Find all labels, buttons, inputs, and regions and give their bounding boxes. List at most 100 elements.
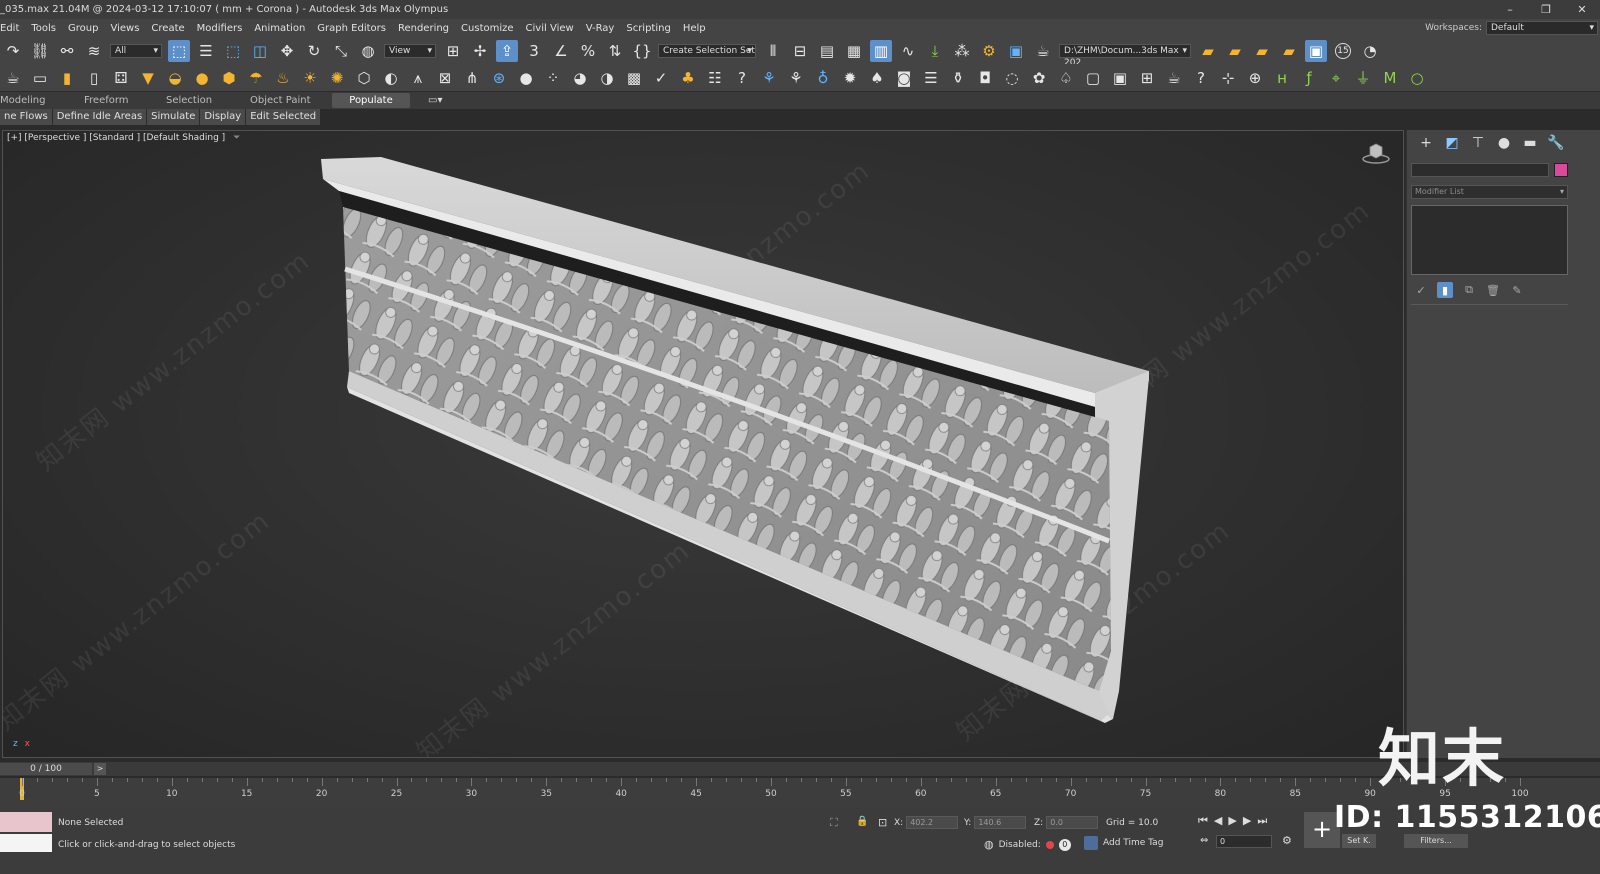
next-frame-icon[interactable]: ▶︎ bbox=[1243, 814, 1251, 828]
absolute-mode-icon[interactable]: ⊡ bbox=[878, 816, 887, 829]
reference-coordinate-dropdown[interactable]: View bbox=[384, 43, 436, 58]
layer-list-icon[interactable]: ☰ bbox=[920, 67, 942, 89]
modifier-list-dropdown[interactable]: Modifier List bbox=[1411, 185, 1568, 199]
material-sphere-icon[interactable]: ● bbox=[515, 67, 537, 89]
teapot-icon[interactable]: ☕ bbox=[2, 67, 24, 89]
light-plane-icon[interactable]: ▼ bbox=[137, 67, 159, 89]
utilities-tab-icon[interactable]: 🔧 bbox=[1543, 135, 1569, 151]
menu-animation[interactable]: Animation bbox=[248, 23, 311, 34]
camera-physical-icon[interactable]: ⚘ bbox=[758, 67, 780, 89]
workspace-dropdown[interactable]: Default bbox=[1486, 21, 1598, 35]
selection-filter-dropdown[interactable]: All bbox=[110, 43, 162, 58]
frame-buffer-icon[interactable]: ▯ bbox=[83, 67, 105, 89]
project-open-icon[interactable]: ▰ bbox=[1224, 40, 1246, 62]
current-frame-field[interactable]: 0 bbox=[1216, 835, 1272, 848]
lock-selection-icon[interactable]: 🔒 bbox=[856, 816, 868, 827]
options-icon[interactable]: ☷ bbox=[704, 67, 726, 89]
material-editor-icon[interactable]: ⁂ bbox=[951, 40, 973, 62]
snap-target-icon[interactable]: ⊕ bbox=[1244, 67, 1266, 89]
ms-pin-icon[interactable]: ⌖ bbox=[1325, 67, 1347, 89]
populate-display[interactable]: Display bbox=[200, 109, 246, 125]
viewport-label[interactable]: [+] [Perspective ] [Standard ] [Default … bbox=[7, 133, 240, 143]
hierarchy-tab-icon[interactable]: ⊤ bbox=[1465, 135, 1491, 151]
project-path-dropdown[interactable]: D:\ZHM\Docum...3ds Max 202 bbox=[1059, 43, 1191, 68]
close-button[interactable]: ✕ bbox=[1564, 0, 1600, 19]
window-crossing-icon[interactable]: ◫ bbox=[249, 40, 271, 62]
ms-link-icon[interactable]: ʜ bbox=[1271, 67, 1293, 89]
tab-freeform[interactable]: Freeform bbox=[84, 95, 166, 106]
snap-vertex-icon[interactable]: ⊹ bbox=[1217, 67, 1239, 89]
scatter-icon[interactable]: ♣ bbox=[677, 67, 699, 89]
multi-material-icon[interactable]: ⁘ bbox=[542, 67, 564, 89]
curve-editor-icon[interactable]: ∿ bbox=[897, 40, 919, 62]
lamp-icon[interactable]: ♁ bbox=[812, 67, 834, 89]
project-folder-icon[interactable]: ▰ bbox=[1197, 40, 1219, 62]
snaps-toggle-icon[interactable]: 3 bbox=[523, 40, 545, 62]
time-tag-icon[interactable] bbox=[1084, 836, 1098, 850]
scene-explorer-icon[interactable]: ▤ bbox=[816, 40, 838, 62]
rendered-frame-window-icon[interactable]: ▣ bbox=[1005, 40, 1027, 62]
viewport-layout-icon[interactable]: ▣ bbox=[1305, 39, 1327, 62]
mesh-light-icon[interactable]: ⬢ bbox=[218, 67, 240, 89]
safe-frame-icon[interactable]: ▣ bbox=[1109, 67, 1131, 89]
x-field[interactable]: 402.2 bbox=[906, 816, 959, 829]
light-lister-icon[interactable]: ✺ bbox=[326, 67, 348, 89]
bitmap-icon[interactable]: ▩ bbox=[623, 67, 645, 89]
maxscript-listener-mini[interactable] bbox=[0, 812, 52, 832]
maximize-button[interactable]: ❐ bbox=[1528, 0, 1564, 19]
menu-graph-editors[interactable]: Graph Editors bbox=[311, 23, 392, 34]
link-icon[interactable]: ⛓ bbox=[29, 40, 51, 62]
viewport-label-text[interactable]: [+] [Perspective ] [Standard ] [Default … bbox=[7, 133, 225, 143]
redo-icon[interactable]: ↷ bbox=[2, 40, 24, 62]
time-config-icon[interactable]: ⚙ bbox=[1282, 834, 1292, 847]
grid-view-icon[interactable]: ⊞ bbox=[1136, 67, 1158, 89]
teapot-render-icon[interactable]: ☕ bbox=[1163, 67, 1185, 89]
z-field[interactable]: 0.0 bbox=[1046, 816, 1099, 829]
make-unique-icon[interactable]: ⧉ bbox=[1461, 282, 1477, 298]
select-by-name-icon[interactable]: ☰ bbox=[195, 40, 217, 62]
pivot-center-icon[interactable]: ⊞ bbox=[442, 40, 464, 62]
menu-civil-view[interactable]: Civil View bbox=[520, 23, 580, 34]
object-color-swatch[interactable] bbox=[1554, 163, 1568, 177]
badge-15-icon[interactable]: 15 bbox=[1332, 40, 1354, 62]
edit-named-selection-icon[interactable]: {} bbox=[631, 40, 653, 62]
show-end-result-icon[interactable]: ▮ bbox=[1437, 282, 1453, 298]
menu-group[interactable]: Group bbox=[62, 23, 104, 34]
schematic-view-icon[interactable]: ⤓ bbox=[924, 40, 946, 62]
bulb-icon[interactable]: ♤ bbox=[1055, 67, 1077, 89]
tab-populate[interactable]: Populate bbox=[332, 93, 410, 108]
filter-icon[interactable]: ⏷ bbox=[233, 133, 240, 143]
select-manipulate-icon[interactable]: ✢ bbox=[469, 40, 491, 62]
dome-light-icon[interactable]: ◒ bbox=[164, 67, 186, 89]
goto-start-icon[interactable]: ⏮ bbox=[1198, 814, 1208, 828]
menu-vray[interactable]: V-Ray bbox=[580, 23, 621, 34]
tab-modeling[interactable]: Modeling bbox=[0, 95, 84, 106]
populate-simulate[interactable]: Simulate bbox=[147, 109, 200, 125]
volume-grid-icon[interactable]: ⊛ bbox=[488, 67, 510, 89]
place-icon[interactable]: ◍ bbox=[357, 40, 379, 62]
infinite-plane-icon[interactable]: ⊠ bbox=[434, 67, 456, 89]
box-icon[interactable]: ▭ bbox=[29, 67, 51, 89]
rotate-icon[interactable]: ↻ bbox=[303, 40, 325, 62]
time-slider[interactable]: 0 / 100 > bbox=[0, 762, 1600, 776]
batch-render-icon[interactable]: ⚃ bbox=[110, 67, 132, 89]
rectangular-selection-icon[interactable]: ⬚ bbox=[222, 40, 244, 62]
material-converter-icon[interactable]: ◑ bbox=[596, 67, 618, 89]
sun-icon[interactable]: ☀ bbox=[299, 67, 321, 89]
move-icon[interactable]: ✥ bbox=[276, 40, 298, 62]
ms-mode-icon[interactable]: M bbox=[1379, 67, 1401, 89]
menu-rendering[interactable]: Rendering bbox=[392, 23, 455, 34]
light-meter-icon[interactable]: ✹ bbox=[839, 67, 861, 89]
maxscript-input[interactable] bbox=[0, 834, 52, 852]
percent-snap-icon[interactable]: % bbox=[577, 40, 599, 62]
add-time-tag-label[interactable]: Add Time Tag bbox=[1103, 838, 1163, 848]
viewcube-icon[interactable] bbox=[1361, 141, 1391, 165]
populate-define-flows[interactable]: ne Flows bbox=[0, 109, 52, 125]
camera-dome-icon[interactable]: ⚘ bbox=[785, 67, 807, 89]
ribbon-options-icon[interactable]: ▭▾ bbox=[428, 95, 452, 106]
palette-icon[interactable]: ✿ bbox=[1028, 67, 1050, 89]
decal-icon[interactable]: ◙ bbox=[893, 67, 915, 89]
menu-edit[interactable]: Edit bbox=[0, 23, 25, 34]
isolate-icon[interactable]: ⛶ bbox=[830, 816, 838, 830]
clipper-icon[interactable]: ◌ bbox=[1001, 67, 1023, 89]
